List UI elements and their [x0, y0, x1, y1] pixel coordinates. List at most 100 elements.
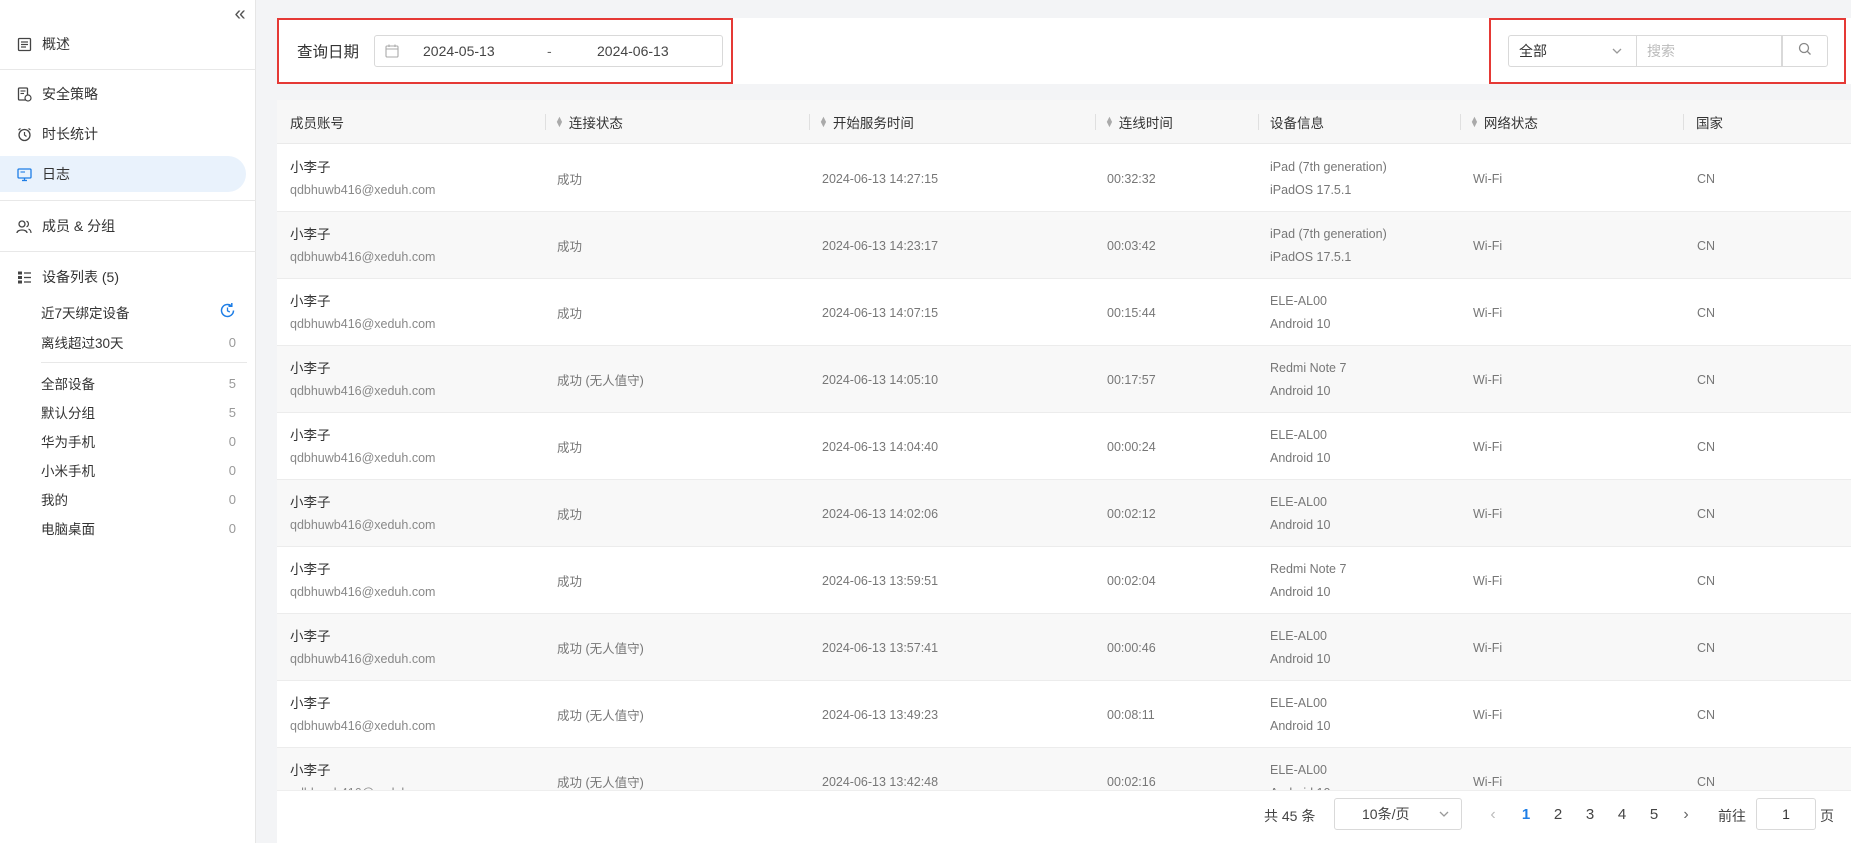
device-os: Android 10 [1270, 517, 1331, 532]
pagination-total: 共 45 条 [1264, 808, 1316, 824]
cell-connection-status: 成功 [557, 575, 583, 589]
device-group-label: 电脑桌面 [41, 522, 95, 537]
device-group-label: 小米手机 [41, 464, 95, 479]
member-name: 小李子 [290, 494, 331, 510]
device-model: iPad (7th generation) [1270, 226, 1387, 241]
sort-icon: ▲ ▼ [1105, 114, 1114, 129]
cell-duration: 00:15:44 [1107, 305, 1156, 320]
column-header-network[interactable]: ▲ ▼ 网络状态 [1470, 100, 1538, 144]
device-group-xiaomi[interactable]: 小米手机 0 [41, 457, 236, 483]
chevron-down-icon [1610, 44, 1624, 58]
search-button[interactable] [1782, 35, 1828, 67]
device-model: ELE-AL00 [1270, 695, 1327, 710]
column-header-device-info: 设备信息 [1270, 116, 1324, 131]
status-select[interactable]: 全部 [1508, 35, 1636, 67]
table-header: 成员账号 ▲ ▼ 连接状态 ▲ ▼ 开始服务时间 ▲ ▼ 连线时间 设备信息 ▲ ▼ 网络状态 … [277, 100, 1851, 144]
cell-device-info: iPad (7th generation) iPadOS 17.5.1 [1270, 212, 1387, 279]
collapse-sidebar-icon[interactable]: « [230, 4, 250, 24]
member-email: qdbhuwb416@xeduh.com [290, 316, 436, 331]
divider [0, 69, 256, 70]
nav-label: 概述 [42, 36, 70, 52]
nav-item-security-policy[interactable]: 安全策略 [0, 76, 246, 112]
device-filter-offline-30-days[interactable]: 离线超过30天 0 [41, 329, 236, 355]
cell-start-time: 2024-06-13 14:05:10 [822, 372, 939, 387]
nav-item-overview[interactable]: 概述 [0, 26, 246, 62]
device-group-desktop[interactable]: 电脑桌面 0 [41, 515, 236, 541]
member-name: 小李子 [290, 293, 331, 309]
member-email: qdbhuwb416@xeduh.com [290, 383, 436, 398]
cell-device-info: ELE-AL00 Android 10 [1270, 480, 1330, 547]
search-input[interactable] [1636, 35, 1782, 67]
nav-label: 时长统计 [42, 126, 98, 142]
column-header-country: 国家 [1696, 116, 1723, 131]
device-group-default[interactable]: 默认分组 5 [41, 399, 236, 425]
cell-country: CN [1697, 439, 1716, 454]
nav-item-log[interactable]: 日志 [0, 156, 246, 192]
member-name: 小李子 [290, 762, 331, 778]
column-header-duration[interactable]: ▲ ▼ 连线时间 [1105, 100, 1173, 144]
table-row[interactable]: 小李子 qdbhuwb416@xeduh.com 成功 (无人值守) 2024-06-… [277, 614, 1851, 681]
cell-account: 小李子 qdbhuwb416@xeduh.com [290, 748, 435, 791]
page-size-select[interactable]: 10条/页 [1334, 798, 1462, 830]
page-button-1[interactable]: 1 [1515, 804, 1537, 826]
device-group-mine[interactable]: 我的 0 [41, 486, 236, 512]
device-count: 5 [228, 404, 236, 420]
goto-page-input[interactable] [1756, 798, 1816, 830]
member-email: qdbhuwb416@xeduh.com [290, 249, 436, 264]
page-button-3[interactable]: 3 [1579, 804, 1601, 826]
page-button-2[interactable]: 2 [1547, 804, 1569, 826]
device-group-label: 华为手机 [41, 435, 95, 450]
cell-network: Wi-Fi [1473, 573, 1503, 588]
cell-device-info: ELE-AL00 Android 10 [1270, 748, 1330, 791]
cell-device-info: iPad (7th generation) iPadOS 17.5.1 [1270, 145, 1387, 212]
cell-network: Wi-Fi [1473, 707, 1503, 722]
divider [41, 362, 247, 363]
nav-item-duration-stats[interactable]: 时长统计 [0, 116, 246, 152]
page-button-4[interactable]: 4 [1611, 804, 1633, 826]
cell-start-time: 2024-06-13 14:27:15 [822, 171, 939, 186]
device-model: ELE-AL00 [1270, 762, 1327, 777]
refresh-icon[interactable] [219, 302, 236, 322]
nav-item-members-groups[interactable]: 成员 & 分组 [0, 208, 246, 244]
alarm-clock-icon [16, 126, 32, 142]
cell-start-time: 2024-06-13 14:23:17 [822, 238, 939, 253]
end-date[interactable]: 2024-06-13 [597, 43, 669, 59]
table-row[interactable]: 小李子 qdbhuwb416@xeduh.com 成功 (无人值守) 2024-06-… [277, 346, 1851, 413]
prev-page-icon[interactable]: ‹ [1482, 804, 1504, 826]
nav-label: 日志 [42, 166, 70, 182]
table-row[interactable]: 小李子 qdbhuwb416@xeduh.com 成功 2024-06-13 13:5… [277, 547, 1851, 614]
monitor-icon [16, 166, 32, 182]
member-name: 小李子 [290, 427, 331, 443]
device-filter-label: 离线超过30天 [41, 336, 124, 351]
table-row[interactable]: 小李子 qdbhuwb416@xeduh.com 成功 2024-06-13 14:2… [277, 145, 1851, 212]
page-button-5[interactable]: 5 [1643, 804, 1665, 826]
table-row[interactable]: 小李子 qdbhuwb416@xeduh.com 成功 (无人值守) 2024-06-… [277, 681, 1851, 748]
calendar-icon [385, 44, 399, 58]
cell-connection-status: 成功 (无人值守) [557, 642, 644, 656]
cell-account: 小李子 qdbhuwb416@xeduh.com [290, 614, 435, 681]
start-date[interactable]: 2024-05-13 [423, 43, 495, 59]
cell-duration: 00:00:24 [1107, 439, 1156, 454]
cell-country: CN [1697, 506, 1716, 521]
device-group-all[interactable]: 全部设备 5 [41, 370, 236, 396]
column-header-connection-status[interactable]: ▲ ▼ 连接状态 [555, 100, 623, 144]
cell-account: 小李子 qdbhuwb416@xeduh.com [290, 480, 435, 547]
table-row[interactable]: 小李子 qdbhuwb416@xeduh.com 成功 2024-06-13 14:0… [277, 413, 1851, 480]
device-filter-recent-7-days[interactable]: 近7天绑定设备 [41, 299, 236, 325]
next-page-icon[interactable]: › [1675, 804, 1697, 826]
nav-item-device-list[interactable]: 设备列表 (5) [0, 259, 246, 295]
cell-start-time: 2024-06-13 14:02:06 [822, 506, 939, 521]
date-range-picker[interactable]: 2024-05-13 - 2024-06-13 [374, 35, 723, 67]
table-row[interactable]: 小李子 qdbhuwb416@xeduh.com 成功 2024-06-13 14:2… [277, 212, 1851, 279]
device-group-huawei[interactable]: 华为手机 0 [41, 428, 236, 454]
device-count: 0 [228, 520, 236, 536]
cell-account: 小李子 qdbhuwb416@xeduh.com [290, 212, 435, 279]
device-os: Android 10 [1270, 383, 1331, 398]
users-icon [16, 218, 32, 234]
device-os: Android 10 [1270, 782, 1330, 791]
table-row[interactable]: 小李子 qdbhuwb416@xeduh.com 成功 2024-06-13 14:0… [277, 279, 1851, 346]
column-header-start-time[interactable]: ▲ ▼ 开始服务时间 [819, 100, 914, 144]
cell-country: CN [1697, 238, 1716, 253]
table-row[interactable]: 小李子 qdbhuwb416@xeduh.com 成功 2024-06-13 14:0… [277, 480, 1851, 547]
table-row[interactable]: 小李子 qdbhuwb416@xeduh.com 成功 (无人值守) 2024-06-… [277, 748, 1851, 790]
